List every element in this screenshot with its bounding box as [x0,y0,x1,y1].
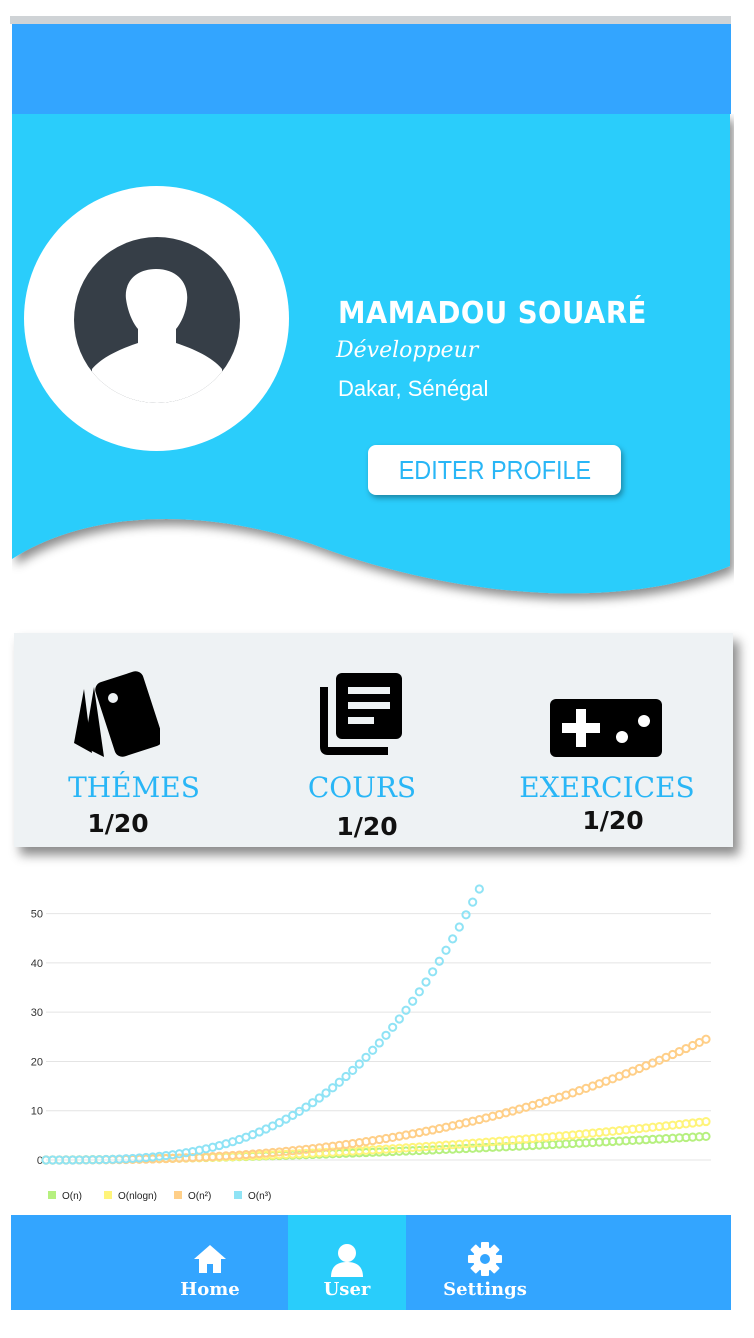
data-point [328,1083,338,1093]
y-tick-label: 50 [31,909,43,921]
series-3 [41,884,484,1165]
data-point [468,897,478,907]
cards-icon [74,671,160,757]
data-point [401,1005,411,1015]
legend-swatch [174,1191,182,1199]
legend-swatch [234,1191,242,1199]
data-point [374,1038,384,1048]
legend-label: O(n) [62,1191,82,1202]
nav-user[interactable]: User [288,1215,406,1310]
stat-themes[interactable]: THÉMES 1/20 [14,633,254,847]
stat-value: 1/20 [87,809,149,838]
data-point [314,1093,324,1103]
data-point [461,910,471,920]
data-point [334,1077,344,1087]
status-strip [10,16,731,24]
nav-home[interactable]: Home [151,1215,269,1310]
legend-label: O(nlogn) [118,1191,157,1202]
legend-label: O(n²) [188,1191,211,1202]
legend-swatch [104,1191,112,1199]
data-point [448,934,458,944]
library-books-icon [320,673,402,755]
home-icon [194,1245,226,1273]
data-point [388,1022,398,1032]
stat-value: 1/20 [582,806,644,835]
stat-value: 1/20 [336,812,398,841]
y-tick-label: 30 [31,1007,43,1019]
legend-label: O(n³) [248,1191,271,1202]
data-point [428,967,438,977]
app-bar [12,24,731,114]
nav-label: User [323,1279,371,1300]
data-point [341,1071,351,1082]
nav-settings[interactable]: Settings [426,1215,544,1310]
legend-swatch [48,1191,56,1199]
data-point [421,977,431,987]
data-point [361,1052,371,1062]
stat-label: THÉMES [68,771,200,804]
stat-courses[interactable]: COURS 1/20 [242,633,482,847]
data-point [308,1098,318,1108]
stat-label: COURS [307,771,417,804]
chart-canvas: 01020304050O(n) O(nlogn) O(n²) O(n³) [31,884,711,1202]
user-name: Mamadou Souaré [338,296,647,331]
data-point [321,1088,331,1098]
stat-exercises[interactable]: EXERCICES 1/20 [487,633,727,847]
data-point [454,922,464,932]
data-point [434,956,444,966]
data-point [394,1014,404,1024]
bottom-nav: Home User Settings [11,1215,731,1310]
y-tick-label: 10 [31,1106,43,1118]
edit-profile-label: EDITER PROFILE [398,454,591,485]
user-icon [331,1244,363,1277]
data-point [381,1030,391,1040]
gear-icon [468,1242,502,1276]
nav-label: Home [180,1279,240,1300]
data-point [414,987,424,997]
data-point [408,996,418,1006]
data-point [368,1045,378,1055]
nav-label: Settings [443,1279,527,1300]
complexity-chart: 0 10 20 30 40 50 O(n) O(nlogn) O(n²) O(n³) [16,869,724,1214]
data-point [348,1065,358,1075]
data-point [441,945,451,955]
stat-label: EXERCICES [519,771,695,804]
user-silhouette-icon[interactable] [74,237,240,403]
data-point [474,884,484,894]
edit-profile-button[interactable]: EDITER PROFILE [368,445,621,495]
user-location: Dakar, Sénégal [338,376,489,401]
data-point [701,1034,711,1044]
gamepad-icon [550,699,662,757]
y-tick-label: 20 [31,1056,43,1068]
stats-panel: THÉMES 1/20 COURS 1/20 EXERCICES 1/20 [14,633,733,847]
y-tick-label: 40 [31,958,43,970]
user-job-title: Développeur [336,338,479,363]
